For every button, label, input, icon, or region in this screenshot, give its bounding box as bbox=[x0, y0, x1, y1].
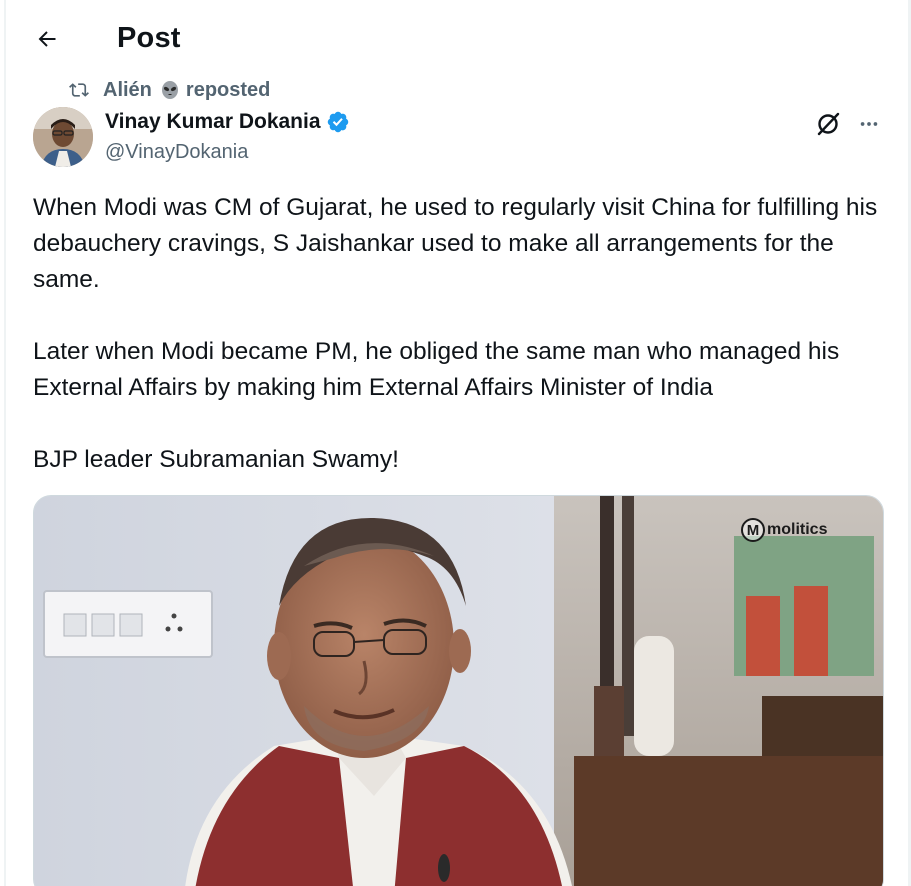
arrow-left-icon bbox=[38, 31, 56, 47]
post-text: When Modi was CM of Gujarat, he used to … bbox=[33, 190, 883, 478]
post-video[interactable] bbox=[33, 495, 884, 886]
author-display-name: Vinay Kumar Dokania bbox=[105, 110, 321, 133]
post-view: Post Alién reposted Vinay Kumar Dokania bbox=[0, 0, 911, 886]
grok-button[interactable] bbox=[812, 108, 844, 140]
avatar-photo bbox=[33, 107, 93, 167]
post-paragraph: Later when Modi became PM, he obliged th… bbox=[33, 338, 847, 401]
alien-icon bbox=[161, 81, 178, 99]
watermark-logo-letter: M bbox=[741, 518, 765, 542]
grok-icon bbox=[817, 112, 840, 136]
video-watermark: M molitics bbox=[741, 518, 827, 542]
repost-indicator: Alién reposted bbox=[66, 78, 270, 102]
post-paragraph: BJP leader Subramanian Swamy! bbox=[33, 446, 399, 473]
author-name[interactable]: Vinay Kumar Dokania bbox=[105, 110, 350, 134]
watermark-text: molitics bbox=[767, 521, 828, 538]
verified-badge-icon[interactable] bbox=[326, 110, 350, 134]
repost-icon bbox=[69, 83, 89, 97]
back-button[interactable] bbox=[28, 20, 66, 58]
post-paragraph: When Modi was CM of Gujarat, he used to … bbox=[33, 194, 885, 293]
page-title: Post bbox=[117, 22, 181, 54]
page-header: Post bbox=[0, 0, 905, 76]
video-frame bbox=[34, 496, 883, 886]
reposter-name[interactable]: Alién bbox=[103, 79, 152, 102]
repost-label: reposted bbox=[185, 78, 271, 101]
author-handle[interactable]: @VinayDokania bbox=[105, 141, 248, 164]
more-options-button[interactable] bbox=[853, 108, 885, 140]
avatar[interactable] bbox=[33, 107, 93, 167]
column-border-left bbox=[4, 0, 6, 886]
more-horizontal-icon bbox=[860, 122, 878, 126]
